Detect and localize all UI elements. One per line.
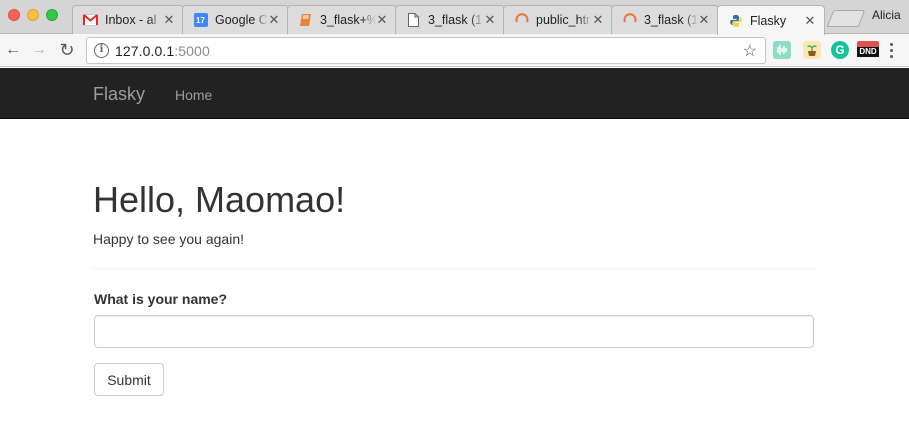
nav-link-home[interactable]: Home	[175, 87, 212, 103]
tab-3-flask-document[interactable]: 3_flask (1 ✕	[395, 5, 505, 34]
audio-wave-extension-icon[interactable]	[773, 41, 791, 59]
dnd-icon-text: DND	[857, 47, 879, 57]
close-tab-icon[interactable]: ✕	[268, 12, 280, 27]
tab-3-flask-book[interactable]: 3_flask+% ✕	[287, 5, 397, 34]
page-heading: Hello, Maomao!	[93, 179, 346, 220]
url-port: :5000	[174, 43, 210, 59]
tab-google-calendar[interactable]: 17 Google C ✕	[182, 5, 289, 34]
close-tab-icon[interactable]: ✕	[592, 12, 604, 27]
browser-tab-strip: Inbox - al ✕ 17 Google C ✕ 3_flask+% ✕ 3…	[0, 0, 909, 35]
calendar-icon: 17	[193, 13, 208, 28]
welcome-message: Happy to see you again!	[93, 231, 244, 247]
tab-title: 3_flask (1	[644, 13, 698, 27]
document-icon	[406, 13, 421, 28]
browser-toolbar: ← → ↻ i 127.0.0.1:5000 ☆ G DND	[0, 34, 909, 67]
submit-button[interactable]: Submit	[94, 363, 164, 396]
plant-extension-icon[interactable]	[803, 41, 821, 59]
site-navbar: Flasky Home	[0, 68, 909, 119]
close-tab-icon[interactable]: ✕	[698, 12, 710, 27]
python-icon	[728, 13, 743, 28]
tab-inbox[interactable]: Inbox - al ✕	[72, 5, 184, 34]
tab-title: Flasky	[750, 13, 787, 28]
browser-menu-icon[interactable]	[890, 43, 894, 58]
tab-3-flask-loading[interactable]: 3_flask (1 ✕	[611, 5, 719, 34]
navbar-brand[interactable]: Flasky	[93, 84, 145, 105]
maximize-window-button[interactable]	[46, 9, 58, 21]
tab-title: 3_flask+%	[320, 13, 376, 27]
book-icon	[298, 13, 313, 28]
tab-title: 3_flask (1	[428, 13, 483, 27]
tab-public-html[interactable]: public_htr ✕	[503, 5, 613, 34]
close-tab-icon[interactable]: ✕	[804, 13, 816, 28]
tab-flasky[interactable]: Flasky ✕	[717, 5, 825, 35]
bookmark-star-icon[interactable]: ☆	[743, 41, 757, 61]
divider	[93, 268, 815, 269]
gmail-icon	[83, 13, 98, 28]
tab-title: Inbox - al	[105, 13, 157, 27]
tab-title: public_htr	[536, 13, 591, 27]
new-tab-button[interactable]	[826, 10, 866, 27]
grammarly-extension-icon[interactable]: G	[831, 41, 849, 59]
dnd-extension-icon[interactable]: DND	[856, 39, 880, 59]
close-window-button[interactable]	[8, 9, 20, 21]
close-tab-icon[interactable]: ✕	[376, 12, 388, 27]
back-icon[interactable]: ←	[2, 39, 24, 61]
calendar-icon-text: 17	[193, 13, 208, 27]
name-field-label: What is your name?	[94, 291, 228, 307]
close-tab-icon[interactable]: ✕	[484, 12, 496, 27]
loading-icon	[514, 13, 529, 28]
site-info-icon[interactable]: i	[94, 43, 109, 58]
close-tab-icon[interactable]: ✕	[163, 12, 175, 27]
forward-icon[interactable]: →	[28, 39, 50, 61]
loading-icon	[622, 13, 637, 28]
minimize-window-button[interactable]	[27, 9, 39, 21]
reload-icon[interactable]: ↻	[56, 39, 78, 61]
url-host: 127.0.0.1	[115, 43, 175, 59]
profile-name[interactable]: Alicia	[872, 8, 901, 22]
address-bar[interactable]: i 127.0.0.1:5000 ☆	[86, 37, 766, 64]
url-text[interactable]: 127.0.0.1:5000	[115, 43, 210, 59]
tab-title: Google C	[215, 13, 268, 27]
name-input[interactable]	[94, 315, 814, 348]
